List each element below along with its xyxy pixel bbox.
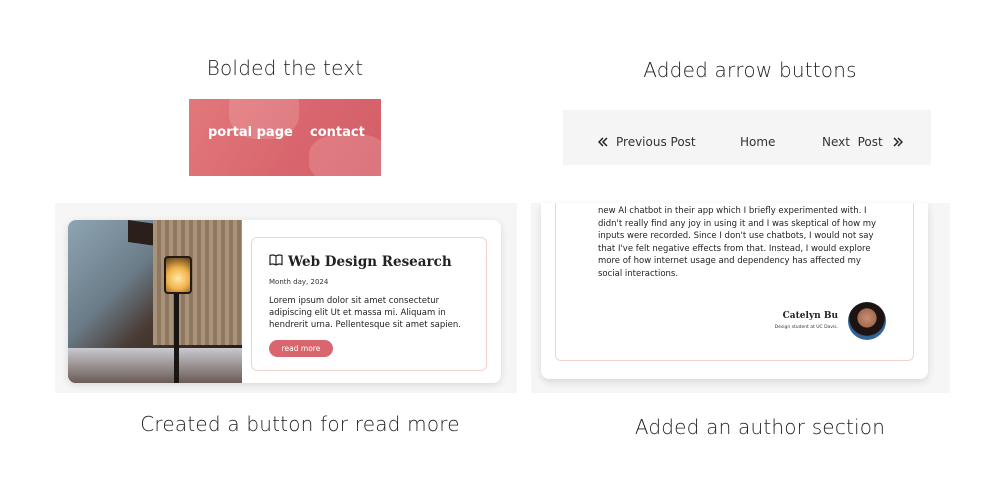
caption-read-more-button: Created a button for read more [140,412,460,436]
next-post-label: Next Post [822,135,883,149]
double-chevron-left-icon [598,137,608,147]
avatar [848,302,886,340]
post-navigation: Previous Post Home Next Post [563,110,931,165]
caption-arrow-buttons: Added arrow buttons [643,58,857,82]
nav-bar-crop: portal page contact [189,99,381,176]
background-shape [309,134,381,176]
previous-post-label: Previous Post [616,135,696,149]
blog-post-title[interactable]: Web Design Research [269,254,452,270]
blog-card-content: Web Design Research Month day, 2024 Lore… [251,237,487,371]
caption-author-section: Added an author section [634,415,886,439]
photo-lamp-post [174,282,179,383]
home-label: Home [740,135,776,149]
author-role: Design student at UC Davis. [774,325,838,330]
blog-post-photo [68,220,242,383]
author-card-content: new AI chatbot in their app which I brie… [555,203,914,361]
nav-link-portal-page[interactable]: portal page [208,125,293,140]
author-post-card: new AI chatbot in their app which I brie… [541,203,928,379]
author-name: Catelyn Bu [782,311,838,321]
blog-post-title-text: Web Design Research [288,254,452,270]
photo-lantern [164,256,192,294]
read-more-button[interactable]: read more [269,340,333,357]
caption-bolded-text: Bolded the text [206,56,364,80]
blog-post-date: Month day, 2024 [269,278,329,286]
home-button[interactable]: Home [740,135,775,149]
double-chevron-right-icon [893,137,903,147]
open-book-icon [269,254,288,270]
photo-snow [68,348,242,383]
blog-post-excerpt: Lorem ipsum dolor sit amet consectetur a… [269,296,461,330]
post-body-text: new AI chatbot in their app which I brie… [598,206,877,279]
nav-link-contact[interactable]: contact [310,125,365,140]
previous-post-button[interactable]: Previous Post [598,135,696,149]
blog-post-card: Web Design Research Month day, 2024 Lore… [68,220,501,383]
next-post-button[interactable]: Next Post [822,135,903,149]
